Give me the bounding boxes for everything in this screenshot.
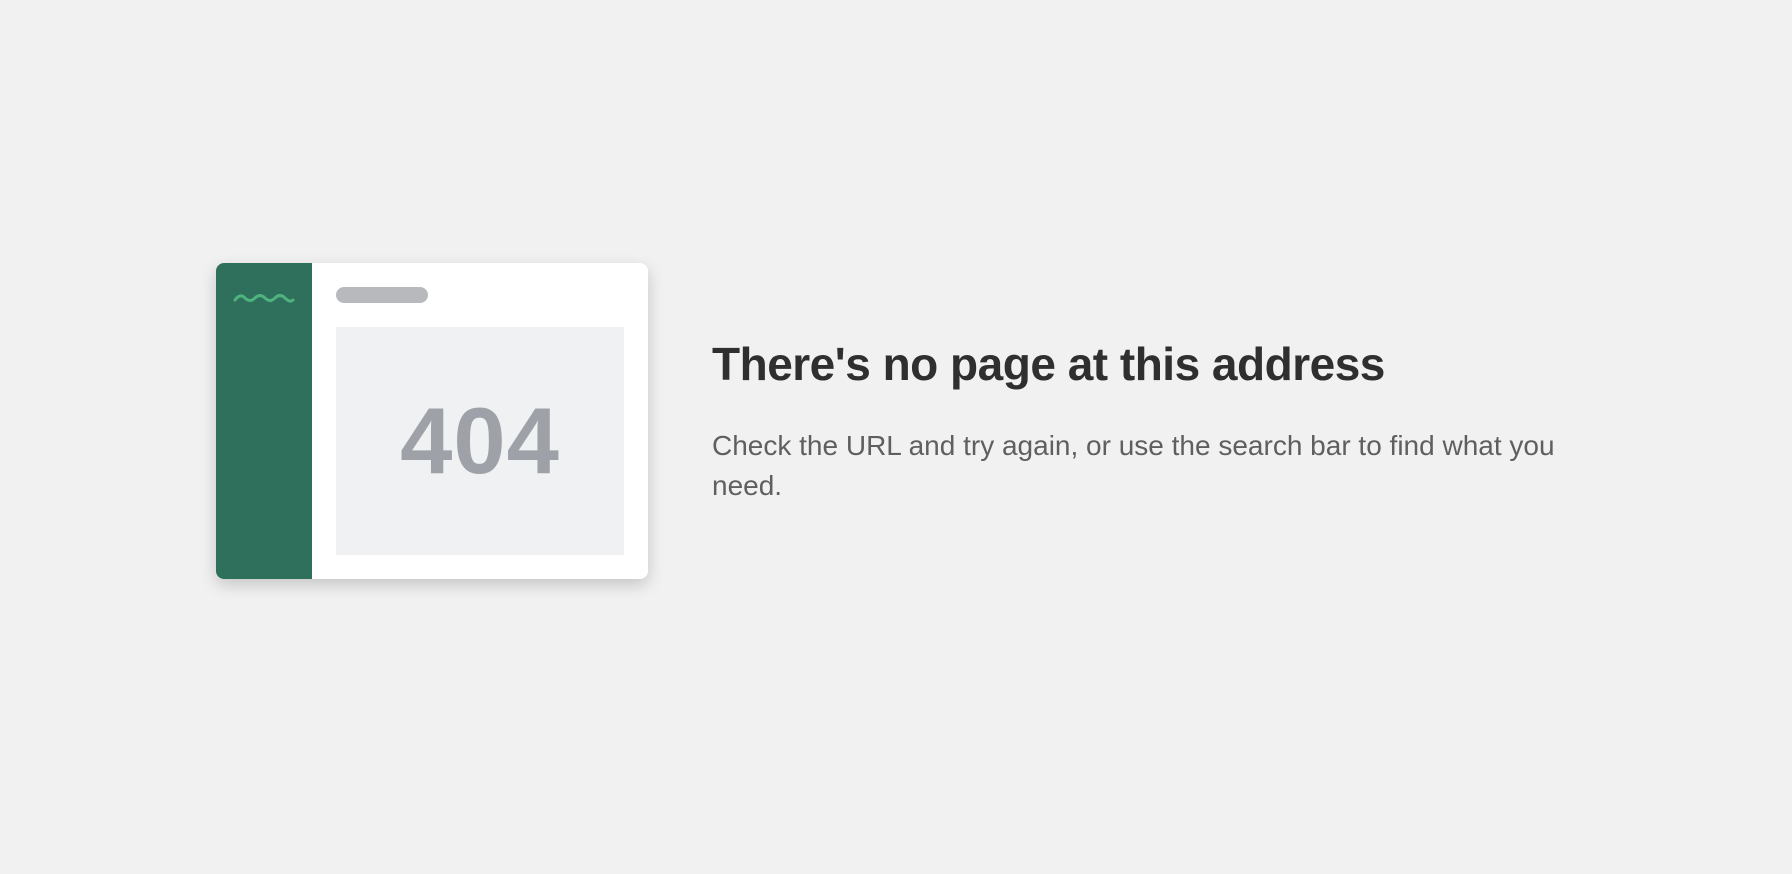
error-description: Check the URL and try again, or use the …: [712, 430, 1555, 501]
error-code: 404: [400, 388, 560, 493]
illustration-content-panel: 404: [336, 327, 624, 555]
wave-logo-icon: [233, 294, 295, 303]
error-message: There's no page at this address Check th…: [712, 330, 1592, 506]
illustration-title-bar: [336, 287, 428, 303]
illustration-sidebar: [216, 263, 312, 579]
page-title: There's no page at this address: [712, 338, 1385, 390]
error-illustration: 404: [216, 263, 648, 579]
error-page: 404 There's no page at this address Chec…: [0, 0, 1792, 874]
